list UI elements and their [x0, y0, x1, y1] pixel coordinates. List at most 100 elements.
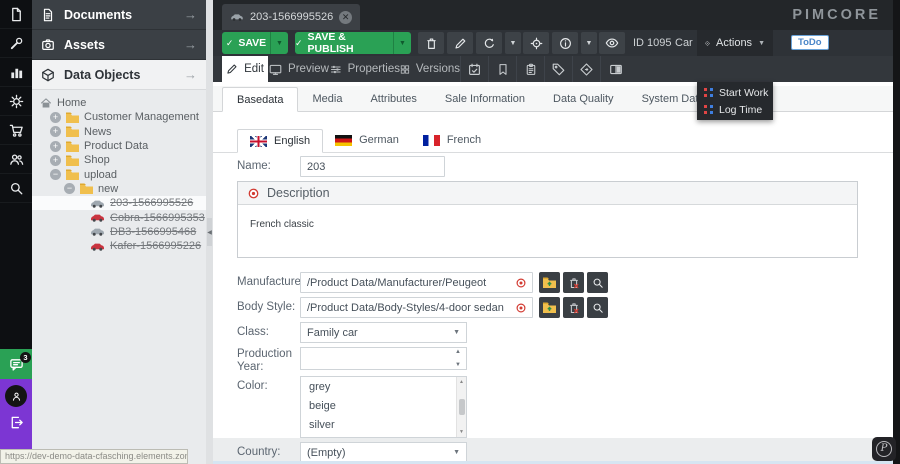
sidebar-splitter[interactable]: ◀ [206, 0, 213, 464]
object-data-tabbar: Basedata Media Attributes Sale Informati… [213, 86, 893, 112]
reload-button[interactable] [476, 32, 502, 54]
description-text[interactable]: French classic [238, 205, 857, 244]
preview-eye-button[interactable] [599, 32, 625, 54]
save-publish-button[interactable]: ✓ SAVE & PUBLISH [295, 32, 393, 54]
pimcore-logo: PIMCORE [792, 7, 881, 23]
arrow-right-icon[interactable]: → [184, 7, 197, 22]
save-publish-dropdown-caret[interactable]: ▼ [393, 32, 411, 54]
bodystyle-relation-field[interactable]: /Product Data/Body-Styles/4-door sedan [300, 297, 533, 318]
tab-sale-information[interactable]: Sale Information [431, 86, 539, 111]
close-icon[interactable]: ✕ [339, 11, 352, 24]
tree-item-car[interactable]: DB3-1566995468 [32, 225, 206, 239]
overlay-extension-badge[interactable]: P [872, 437, 896, 461]
search-icon[interactable] [0, 174, 32, 203]
collapse-minus-icon[interactable]: − [50, 169, 61, 180]
tab-tag-icon[interactable] [544, 56, 572, 82]
tab-media[interactable]: Media [298, 86, 356, 111]
tab-language-english[interactable]: English [237, 129, 323, 153]
arrow-right-icon[interactable]: → [184, 67, 197, 82]
manufacturer-search-button[interactable] [587, 272, 608, 293]
tab-data-quality[interactable]: Data Quality [539, 86, 628, 111]
expand-plus-icon[interactable]: + [50, 141, 61, 152]
tab-bookmark-icon[interactable] [488, 56, 516, 82]
settings-gear-icon[interactable] [0, 87, 32, 116]
tree-item-folder[interactable]: + Customer Management [32, 110, 206, 124]
sidebar-panel-documents[interactable]: Documents → [32, 0, 206, 30]
tree-item-car[interactable]: Cobra-1566995353 [32, 210, 206, 224]
delete-button[interactable] [418, 32, 444, 54]
expand-plus-icon[interactable]: + [50, 126, 61, 137]
reload-dropdown-caret[interactable]: ▼ [505, 32, 521, 54]
tab-basedata[interactable]: Basedata [222, 87, 298, 112]
manufacturer-label: Manufacturer: [237, 276, 308, 288]
name-input[interactable] [300, 156, 445, 177]
tab-scheduled-tasks-calendar-icon[interactable] [460, 56, 488, 82]
documents-icon[interactable] [0, 0, 32, 29]
workflow-actions-button[interactable]: Actions ▼ [697, 30, 773, 56]
tab-language-french[interactable]: French [411, 128, 493, 152]
color-option[interactable]: beige [301, 396, 466, 415]
actions-dropdown-menu: Start Work Log Time [697, 82, 773, 120]
tab-attributes[interactable]: Attributes [356, 86, 430, 111]
tab-notes-clipboard-icon[interactable] [516, 56, 544, 82]
check-icon: ✓ [295, 38, 303, 49]
color-list-scrollbar[interactable]: ▲▼ [456, 377, 466, 437]
description-wysiwyg-panel: Description French classic [237, 181, 858, 258]
tab-properties[interactable]: Properties [330, 56, 400, 82]
sidebar-panel-assets[interactable]: Assets → [32, 30, 206, 60]
tools-wrench-icon[interactable] [0, 29, 32, 58]
color-multiselect[interactable]: grey beige silver ▲▼ [300, 376, 467, 438]
menu-item-log-time[interactable]: Log Time [697, 101, 773, 118]
reports-bar-chart-icon[interactable] [0, 58, 32, 87]
tab-language-german[interactable]: German [323, 128, 411, 152]
manufacturer-open-folder-button[interactable] [539, 272, 560, 293]
bodystyle-remove-button[interactable] [563, 297, 584, 318]
ecommerce-cart-icon[interactable] [0, 116, 32, 145]
tree-item-folder[interactable]: + News [32, 125, 206, 139]
production-year-label: Production Year: [237, 348, 292, 374]
sidebar-collapse-handle[interactable]: ◀ [207, 218, 212, 246]
tree-item-folder-open[interactable]: − upload [32, 167, 206, 181]
sidebar-panel-data-objects[interactable]: Data Objects → [32, 60, 206, 90]
chat-notifications-button[interactable]: 3 [0, 349, 32, 379]
users-icon[interactable] [0, 145, 32, 174]
locate-in-tree-button[interactable] [523, 32, 549, 54]
tree-item-home[interactable]: Home [32, 96, 206, 110]
expand-plus-icon[interactable]: + [50, 155, 61, 166]
tree-item-folder-open[interactable]: − new [32, 182, 206, 196]
production-year-spinner[interactable]: ▲▼ [300, 347, 467, 370]
panel-label: Assets [64, 38, 105, 52]
object-tab-203[interactable]: 203-1566995526 ✕ [222, 4, 360, 30]
info-dropdown-caret[interactable]: ▼ [581, 32, 597, 54]
tab-preview[interactable]: Preview [268, 56, 330, 82]
tab-edit[interactable]: Edit [222, 56, 268, 82]
bodystyle-search-button[interactable] [587, 297, 608, 318]
spinner-arrows[interactable]: ▲▼ [452, 349, 464, 368]
color-option[interactable]: grey [301, 377, 466, 396]
tree-item-car[interactable]: Kafer-1566995226 [32, 239, 206, 253]
class-select[interactable]: Family car ▼ [300, 322, 467, 343]
avatar[interactable] [5, 385, 27, 407]
expand-plus-icon[interactable]: + [50, 112, 61, 123]
tree-item-car-selected[interactable]: 203-1566995526 [32, 196, 206, 210]
language-tabbar: English German French [213, 128, 893, 153]
logout-icon[interactable] [0, 415, 32, 430]
tree-item-folder[interactable]: + Shop [32, 153, 206, 167]
manufacturer-relation-field[interactable]: /Product Data/Manufacturer/Peugeot [300, 272, 533, 293]
pimcore-admin-window: 3 CO Documents → Assets → Data Objects → [0, 0, 900, 464]
info-button[interactable] [552, 32, 578, 54]
tab-versions[interactable]: Versions [400, 56, 460, 82]
bodystyle-open-folder-button[interactable] [539, 297, 560, 318]
color-option[interactable]: silver [301, 415, 466, 434]
tree-item-folder[interactable]: + Product Data [32, 139, 206, 153]
collapse-minus-icon[interactable]: − [64, 183, 75, 194]
tab-workflow-icon[interactable] [572, 56, 600, 82]
rename-pencil-button[interactable] [447, 32, 473, 54]
manufacturer-remove-button[interactable] [563, 272, 584, 293]
country-select[interactable]: (Empty) ▼ [300, 442, 467, 463]
tab-layout-columns-icon[interactable] [600, 56, 630, 82]
arrow-right-icon[interactable]: → [184, 37, 197, 52]
save-button[interactable]: ✓ SAVE [222, 32, 270, 54]
menu-item-start-work[interactable]: Start Work [697, 84, 773, 101]
save-dropdown-caret[interactable]: ▼ [270, 32, 288, 54]
